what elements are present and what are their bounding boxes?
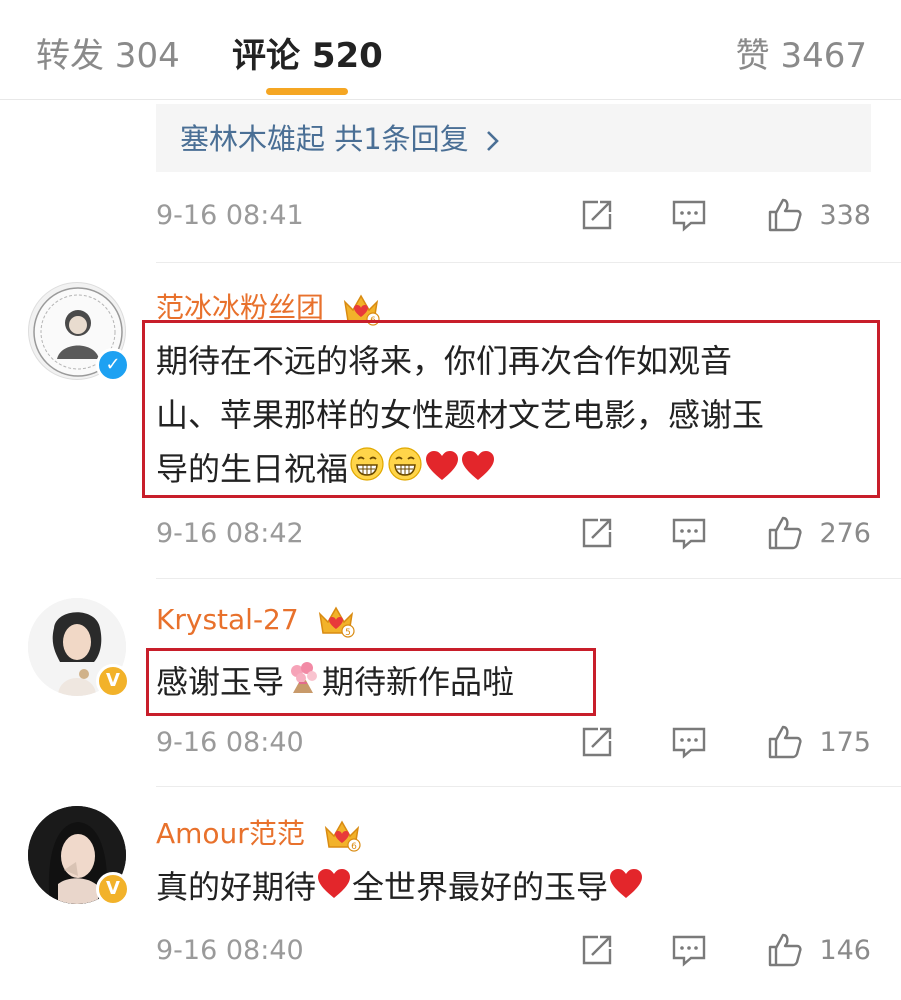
avatar[interactable]: V — [28, 806, 130, 906]
heart-icon — [461, 444, 495, 498]
divider — [156, 262, 901, 263]
comment-time: 9-16 08:41 — [156, 200, 304, 231]
divider — [156, 786, 901, 787]
username[interactable]: Amour范范 6 — [156, 812, 362, 852]
reply-icon[interactable] — [670, 196, 708, 234]
comment-meta: 9-16 08:42 276 — [156, 516, 871, 558]
share-icon[interactable] — [578, 196, 616, 234]
tab-like[interactable]: 赞 3467 — [736, 28, 867, 77]
like-count: 175 — [819, 727, 871, 758]
share-icon[interactable] — [578, 931, 616, 969]
comment-tabs: 转发 304 评论 520 赞 3467 — [0, 0, 901, 100]
comment-meta: 9-16 08:40 146 — [156, 933, 871, 975]
verified-badge-icon: ✓ — [96, 348, 130, 382]
like-count: 276 — [819, 518, 871, 549]
heart-icon — [425, 444, 459, 498]
share-icon[interactable] — [578, 514, 616, 552]
thumbs-up-icon[interactable] — [766, 931, 804, 969]
comment-text: 感谢玉导 期待新作品啦 — [156, 655, 514, 711]
svg-text:5: 5 — [345, 628, 351, 638]
tab-repost[interactable]: 转发 304 — [36, 28, 180, 77]
reply-preview[interactable]: 塞林木雄起 共1条回复 — [156, 104, 871, 172]
thumbs-up-icon[interactable] — [766, 196, 804, 234]
grin-emoji-icon — [349, 444, 385, 498]
chevron-right-icon — [478, 122, 502, 156]
vip-crown-icon: 5 — [318, 606, 355, 638]
comment-text: 期待在不远的将来，你们再次合作如观音 山、苹果那样的女性题材文艺电影，感谢玉 导… — [156, 334, 764, 498]
divider — [156, 578, 901, 579]
heart-icon — [317, 862, 351, 916]
comment-time: 9-16 08:40 — [156, 935, 304, 966]
view-replies-link[interactable]: 塞林木雄起 共1条回复 — [180, 116, 502, 158]
svg-text:6: 6 — [351, 842, 357, 852]
avatar[interactable]: ✓ — [28, 282, 130, 382]
thumbs-up-icon[interactable] — [766, 514, 804, 552]
verified-badge-icon: V — [96, 872, 130, 906]
tab-comment[interactable]: 评论 520 — [232, 28, 383, 77]
comment-meta: 9-16 08:40 175 — [156, 725, 871, 767]
thumbs-up-icon[interactable] — [766, 723, 804, 761]
comment-meta: 9-16 08:41 338 — [156, 198, 871, 240]
like-count: 146 — [819, 935, 871, 966]
reply-icon[interactable] — [670, 514, 708, 552]
username[interactable]: Krystal-27 5 — [156, 603, 356, 638]
like-count: 338 — [819, 200, 871, 231]
comment-time: 9-16 08:40 — [156, 727, 304, 758]
share-icon[interactable] — [578, 723, 616, 761]
comment-time: 9-16 08:42 — [156, 518, 304, 549]
reply-icon[interactable] — [670, 931, 708, 969]
avatar[interactable]: V — [28, 598, 130, 698]
bouquet-emoji-icon — [285, 657, 321, 711]
heart-icon — [609, 862, 643, 916]
reply-icon[interactable] — [670, 723, 708, 761]
grin-emoji-icon — [387, 444, 423, 498]
verified-badge-icon: V — [96, 664, 130, 698]
comment-text: 真的好期待 全世界最好的玉导 — [156, 860, 644, 916]
vip-crown-icon: 6 — [324, 820, 361, 852]
active-tab-indicator — [266, 88, 348, 95]
